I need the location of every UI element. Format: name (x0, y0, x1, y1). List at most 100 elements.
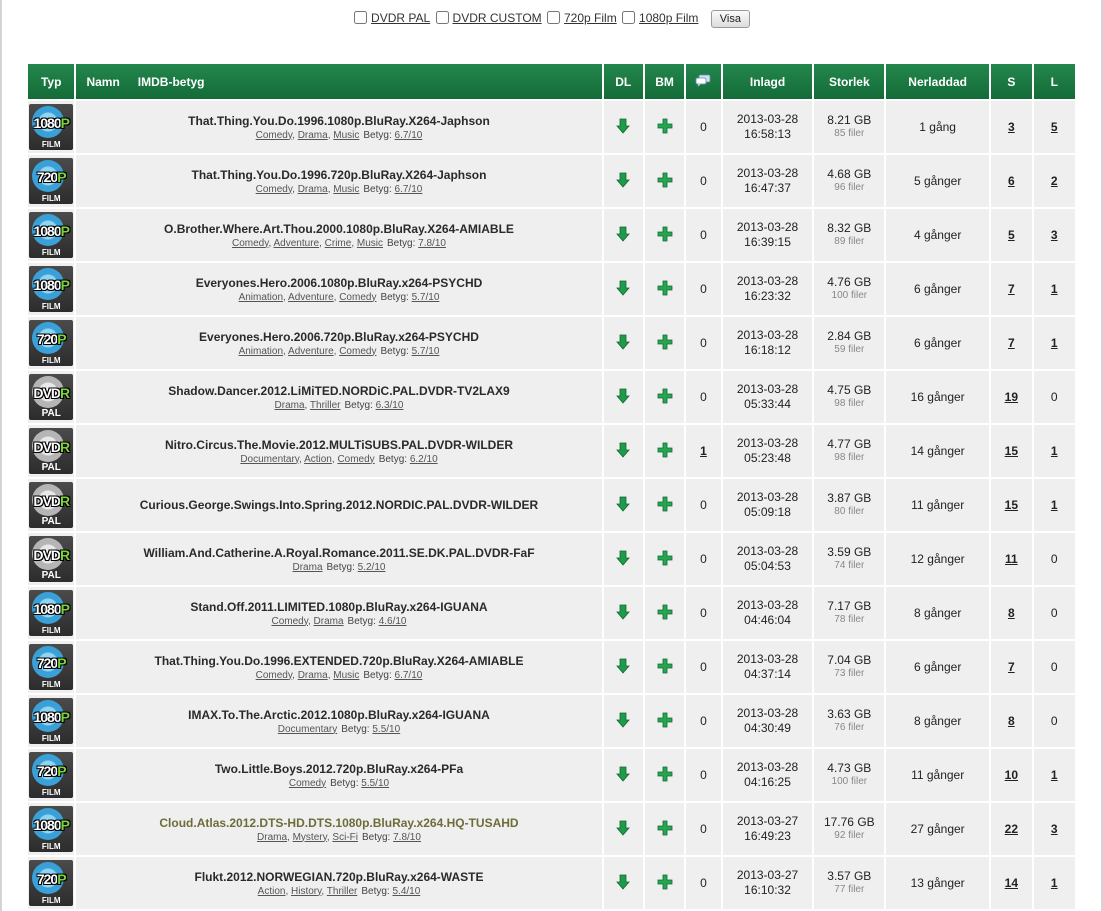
filter-dvdr-custom-checkbox[interactable] (435, 11, 449, 24)
seeders-count[interactable]: 10 (1005, 768, 1018, 782)
genre-link[interactable]: Comedy (256, 130, 293, 141)
download-arrow-icon[interactable] (616, 766, 631, 782)
imdb-rating-link[interactable]: 7.8/10 (418, 238, 446, 249)
leechers-count[interactable]: 1 (1051, 876, 1058, 890)
genre-link[interactable]: Music (357, 238, 383, 249)
file-count[interactable]: 98 filer (814, 397, 884, 410)
genre-link[interactable]: Action (258, 886, 286, 897)
filter-dvdr-custom-label[interactable]: DVDR CUSTOM (453, 11, 542, 25)
download-arrow-icon[interactable] (616, 226, 631, 242)
genre-link[interactable]: Action (304, 454, 332, 465)
leechers-count[interactable]: 1 (1051, 444, 1058, 458)
bookmark-plus-icon[interactable] (657, 766, 673, 782)
col-leechers-header[interactable]: L (1033, 64, 1075, 99)
genre-link[interactable]: Drama (298, 670, 328, 681)
genre-link[interactable]: Animation (239, 346, 283, 357)
file-count[interactable]: 76 filer (814, 721, 884, 734)
imdb-rating-link[interactable]: 5.2/10 (358, 562, 386, 573)
genre-link[interactable]: Comedy (256, 670, 293, 681)
seeders-count[interactable]: 7 (1008, 282, 1015, 296)
seeders-count[interactable]: 3 (1008, 120, 1015, 134)
bookmark-plus-icon[interactable] (657, 388, 673, 404)
file-count[interactable]: 98 filer (814, 451, 884, 464)
leechers-count[interactable]: 1 (1051, 498, 1058, 512)
genre-link[interactable]: Crime (325, 238, 352, 249)
seeders-count[interactable]: 5 (1008, 228, 1015, 242)
release-title-link[interactable]: IMAX.To.The.Arctic.2012.1080p.BluRay.x26… (76, 708, 601, 722)
genre-link[interactable]: Comedy (337, 454, 374, 465)
release-title-link[interactable]: Flukt.2012.NORWEGIAN.720p.BluRay.x264-WA… (76, 870, 601, 884)
file-count[interactable]: 100 filer (814, 289, 884, 302)
1080p-film-category-icon[interactable]: 1080P FILM (29, 698, 74, 744)
genre-link[interactable]: Music (333, 670, 359, 681)
genre-link[interactable]: History (291, 886, 321, 897)
genre-link[interactable]: Mystery (293, 832, 327, 843)
seeders-count[interactable]: 6 (1008, 174, 1015, 188)
download-arrow-icon[interactable] (616, 280, 631, 296)
col-imdb-sort[interactable]: IMDB-betyg (138, 75, 205, 89)
dvdr-pal-category-icon[interactable]: DVDR PAL (29, 482, 74, 528)
imdb-rating-link[interactable]: 6.2/10 (410, 454, 438, 465)
leechers-count[interactable]: 1 (1051, 336, 1058, 350)
imdb-rating-link[interactable]: 6.7/10 (395, 670, 423, 681)
file-count[interactable]: 85 filer (814, 127, 884, 140)
download-arrow-icon[interactable] (616, 820, 631, 836)
release-title-link[interactable]: Curious.George.Swings.Into.Spring.2012.N… (76, 498, 601, 512)
bookmark-plus-icon[interactable] (657, 658, 673, 674)
bookmark-plus-icon[interactable] (657, 172, 673, 188)
download-arrow-icon[interactable] (616, 118, 631, 134)
genre-link[interactable]: Music (333, 184, 359, 195)
file-count[interactable]: 77 filer (814, 883, 884, 896)
file-count[interactable]: 92 filer (814, 829, 884, 842)
file-count[interactable]: 80 filer (814, 505, 884, 518)
bookmark-plus-icon[interactable] (657, 820, 673, 836)
seeders-count[interactable]: 15 (1005, 444, 1018, 458)
release-title-link[interactable]: Two.Little.Boys.2012.720p.BluRay.x264-PF… (76, 762, 601, 776)
dvdr-pal-category-icon[interactable]: DVDR PAL (29, 536, 74, 582)
genre-link[interactable]: Drama (293, 562, 323, 573)
720p-film-category-icon[interactable]: 720P FILM (29, 320, 74, 366)
download-arrow-icon[interactable] (616, 172, 631, 188)
imdb-rating-link[interactable]: 5.4/10 (392, 886, 420, 897)
release-title-link[interactable]: Stand.Off.2011.LIMITED.1080p.BluRay.x264… (76, 600, 601, 614)
seeders-count[interactable]: 15 (1005, 498, 1018, 512)
720p-film-category-icon[interactable]: 720P FILM (29, 158, 74, 204)
genre-link[interactable]: Adventure (274, 238, 320, 249)
leechers-count[interactable]: 3 (1051, 822, 1058, 836)
bookmark-plus-icon[interactable] (657, 280, 673, 296)
imdb-rating-link[interactable]: 5.5/10 (372, 724, 400, 735)
download-arrow-icon[interactable] (616, 604, 631, 620)
imdb-rating-link[interactable]: 6.7/10 (395, 184, 423, 195)
720p-film-category-icon[interactable]: 720P FILM (29, 644, 74, 690)
imdb-rating-link[interactable]: 5.5/10 (361, 778, 389, 789)
download-arrow-icon[interactable] (616, 550, 631, 566)
download-arrow-icon[interactable] (616, 442, 631, 458)
bookmark-plus-icon[interactable] (657, 334, 673, 350)
imdb-rating-link[interactable]: 6.3/10 (376, 400, 404, 411)
file-count[interactable]: 96 filer (814, 181, 884, 194)
col-added-header[interactable]: Inlagd (722, 64, 813, 99)
genre-link[interactable]: Comedy (256, 184, 293, 195)
dvdr-pal-category-icon[interactable]: DVDR PAL (29, 428, 74, 474)
download-arrow-icon[interactable] (616, 388, 631, 404)
leechers-count[interactable]: 3 (1051, 228, 1058, 242)
release-title-link[interactable]: Nitro.Circus.The.Movie.2012.MULTiSUBS.PA… (76, 438, 601, 452)
seeders-count[interactable]: 19 (1005, 390, 1018, 404)
col-type-header[interactable]: Typ (28, 64, 75, 99)
genre-link[interactable]: Sci-Fi (332, 832, 358, 843)
seeders-count[interactable]: 14 (1005, 876, 1018, 890)
seeders-count[interactable]: 7 (1008, 660, 1015, 674)
bookmark-plus-icon[interactable] (657, 226, 673, 242)
seeders-count[interactable]: 7 (1008, 336, 1015, 350)
release-title-link[interactable]: Cloud.Atlas.2012.DTS-HD.DTS.1080p.BluRay… (76, 816, 601, 830)
leechers-count[interactable]: 5 (1051, 120, 1058, 134)
filter-dvdr-pal-checkbox[interactable] (354, 11, 368, 24)
file-count[interactable]: 100 filer (814, 775, 884, 788)
bookmark-plus-icon[interactable] (657, 874, 673, 890)
release-title-link[interactable]: Everyones.Hero.2006.1080p.BluRay.x264-PS… (76, 276, 601, 290)
seeders-count[interactable]: 11 (1005, 552, 1018, 566)
imdb-rating-link[interactable]: 5.7/10 (412, 346, 440, 357)
release-title-link[interactable]: That.Thing.You.Do.1996.1080p.BluRay.X264… (76, 114, 601, 128)
filter-720p-film-label[interactable]: 720p Film (564, 11, 617, 25)
1080p-film-category-icon[interactable]: 1080P FILM (29, 266, 74, 312)
